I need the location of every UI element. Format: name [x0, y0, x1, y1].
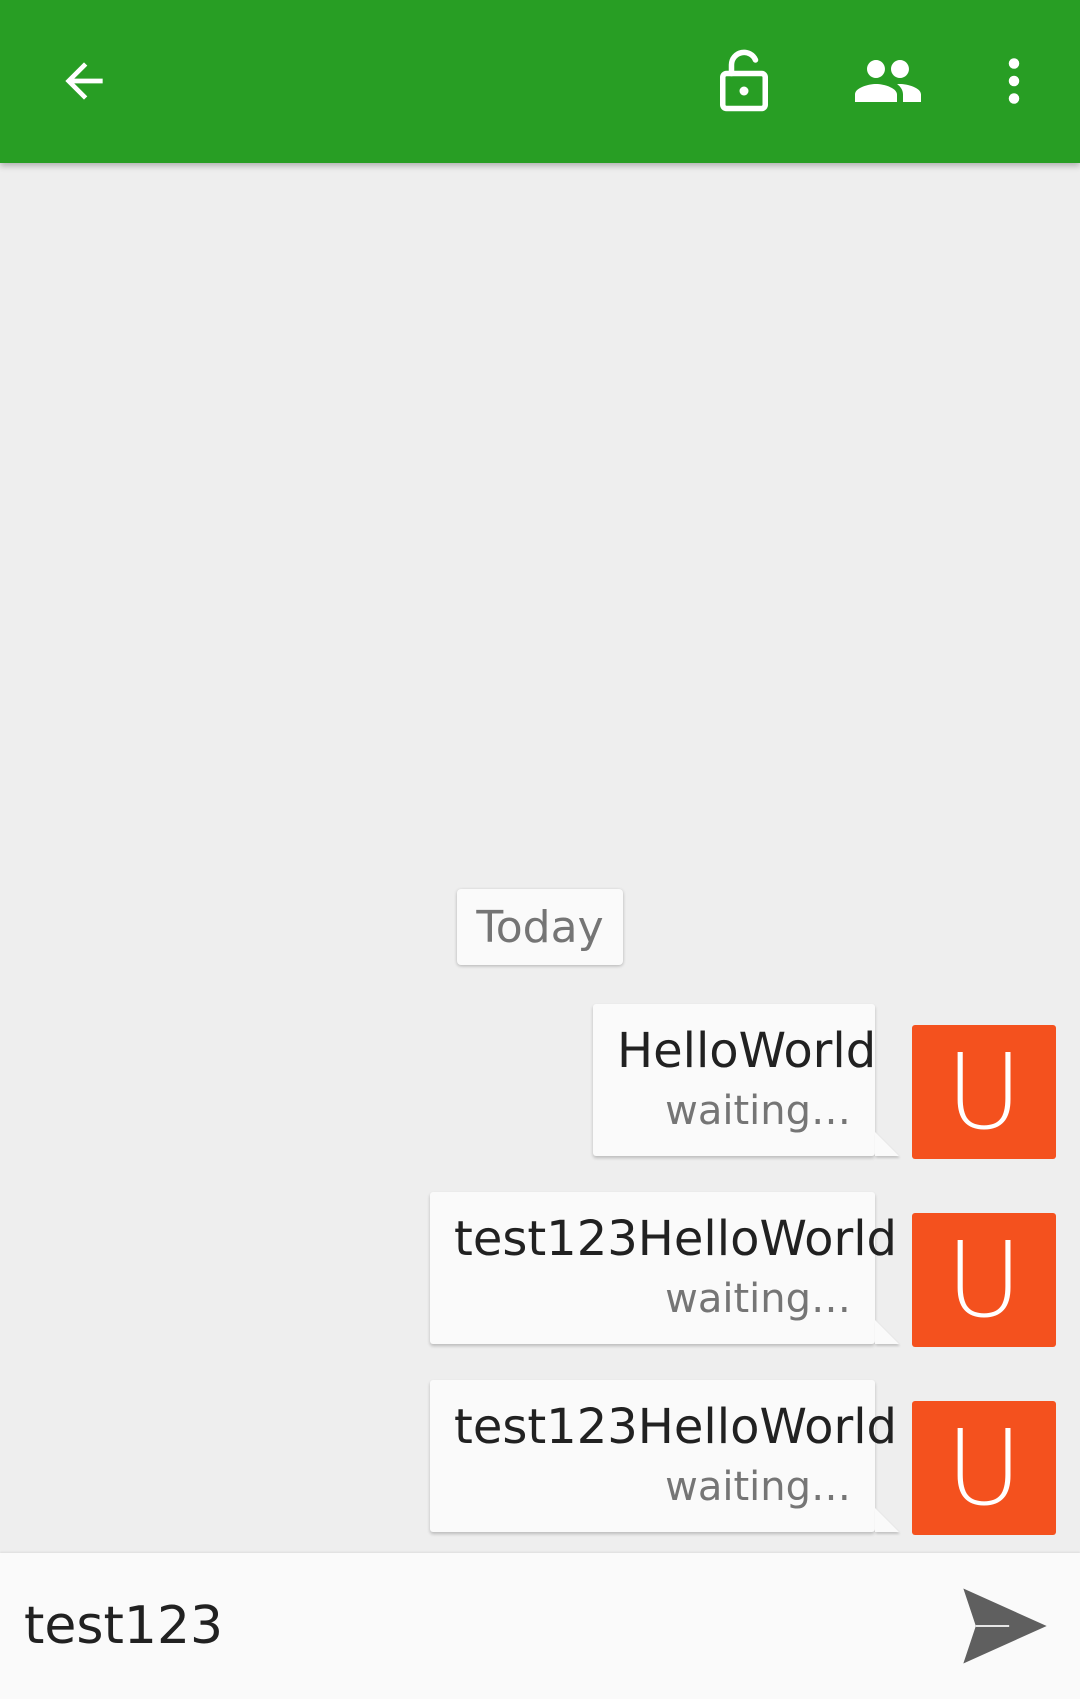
arrow-back-icon [56, 53, 112, 109]
message-text: test123HelloWorld [454, 1399, 898, 1455]
back-button[interactable] [24, 21, 144, 141]
toolbar [0, 0, 1080, 163]
message-bubble[interactable]: test123HelloWorld waiting… [430, 1380, 898, 1532]
message-text: test123HelloWorld [454, 1211, 898, 1267]
chat-screen: Today HelloWorld waiting… U test123Hello… [0, 0, 1080, 1699]
avatar[interactable]: U [912, 1213, 1056, 1347]
encryption-button[interactable] [684, 21, 804, 141]
composer-bar [0, 1553, 1080, 1699]
send-button[interactable] [950, 1573, 1060, 1683]
date-label: Today [476, 901, 604, 953]
date-separator: Today [457, 889, 623, 965]
avatar-letter: U [945, 1219, 1023, 1341]
message-status: waiting… [665, 1464, 851, 1510]
avatar[interactable]: U [912, 1401, 1056, 1535]
people-icon [852, 45, 924, 117]
message-bubble[interactable]: HelloWorld waiting… [593, 1004, 877, 1156]
message-bubble[interactable]: test123HelloWorld waiting… [430, 1192, 898, 1344]
avatar-letter: U [945, 1407, 1023, 1529]
avatar[interactable]: U [912, 1025, 1056, 1159]
participants-button[interactable] [828, 21, 948, 141]
more-options-button[interactable] [954, 21, 1074, 141]
message-input[interactable] [24, 1581, 904, 1671]
lock-open-icon [714, 48, 774, 114]
more-vert-icon [984, 51, 1044, 111]
message-status: waiting… [665, 1276, 851, 1322]
send-icon [955, 1576, 1055, 1680]
message-status: waiting… [665, 1088, 851, 1134]
avatar-letter: U [945, 1031, 1023, 1153]
message-text: HelloWorld [617, 1023, 877, 1079]
